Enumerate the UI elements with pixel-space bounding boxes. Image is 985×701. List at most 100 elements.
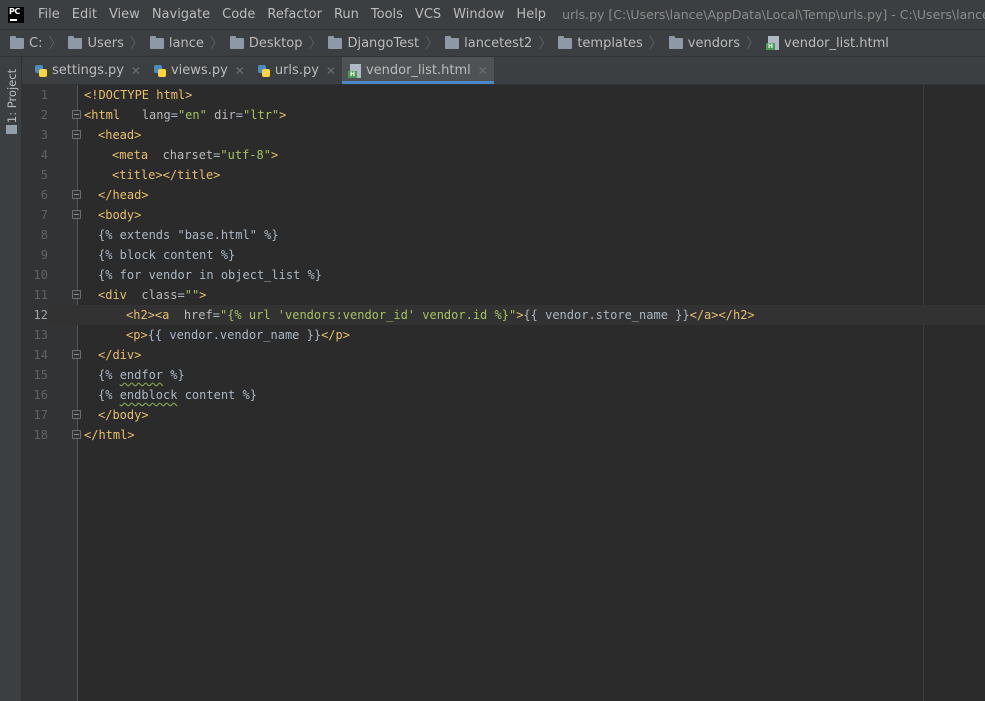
breadcrumb: C: 〉 Users 〉 lance 〉 Desktop 〉 DjangoTes… <box>0 29 985 57</box>
breadcrumb-item-lance[interactable]: lance <box>149 35 204 51</box>
menu-code[interactable]: Code <box>216 7 261 22</box>
tab-urls-py[interactable]: urls.py ✕ <box>251 57 342 84</box>
tab-vendor-list-html[interactable]: H vendor_list.html ✕ <box>341 57 494 84</box>
code-text: <head> <box>98 128 142 142</box>
fold-icon[interactable] <box>72 430 81 439</box>
menu-edit[interactable]: Edit <box>66 7 103 22</box>
code-line[interactable]: 5 <title></title> <box>22 165 985 185</box>
menu-window[interactable]: Window <box>447 7 510 22</box>
breadcrumb-item-templates[interactable]: templates <box>558 35 643 51</box>
menu-vcs[interactable]: VCS <box>409 7 447 22</box>
line-number: 12 <box>22 305 48 325</box>
code-line[interactable]: 11 <div class=""> <box>22 285 985 305</box>
menu-navigate[interactable]: Navigate <box>146 7 216 22</box>
code-line[interactable]: 2 <html lang="en" dir="ltr"> <box>22 105 985 125</box>
project-tool-tab[interactable]: 1: Project <box>3 63 19 134</box>
code-text: <html lang="en" dir="ltr"> <box>84 108 287 122</box>
code-text: </head> <box>98 188 149 202</box>
fold-icon[interactable] <box>72 410 81 419</box>
close-icon[interactable]: ✕ <box>478 64 488 78</box>
close-icon[interactable]: ✕ <box>326 64 336 78</box>
code-line[interactable]: 6 </head> <box>22 185 985 205</box>
line-number: 5 <box>40 168 48 182</box>
breadcrumb-item-lancetest2[interactable]: lancetest2 <box>445 35 532 51</box>
folder-icon <box>328 35 343 49</box>
line-number: 14 <box>33 348 48 362</box>
line-number: 6 <box>40 188 48 202</box>
code-text: {% for vendor in object_list %} <box>98 268 322 282</box>
code-line[interactable]: 9 {% block content %} <box>22 245 985 265</box>
line-number: 3 <box>40 128 48 142</box>
code-line[interactable]: 15 {% endfor %} <box>22 365 985 385</box>
line-number: 11 <box>33 288 48 302</box>
code-line[interactable]: 8 {% extends "base.html" %} <box>22 225 985 245</box>
breadcrumb-separator: 〉 <box>209 36 224 52</box>
breadcrumb-item-vendors[interactable]: vendors <box>668 35 740 51</box>
code-line[interactable]: 14 </div> <box>22 345 985 365</box>
folder-icon <box>149 35 164 49</box>
fold-icon[interactable] <box>72 190 81 199</box>
code-text: <p>{{ vendor.vendor_name }}</p> <box>126 328 350 342</box>
code-line[interactable]: 7 <body> <box>22 205 985 225</box>
line-number: 1 <box>40 88 48 102</box>
tab-settings-py[interactable]: settings.py ✕ <box>28 57 147 84</box>
line-number: 7 <box>40 208 48 222</box>
breadcrumb-item-drive[interactable]: C: <box>10 35 42 51</box>
breadcrumb-item-djangotest[interactable]: DjangoTest <box>328 35 419 51</box>
code-line[interactable]: 3 <head> <box>22 125 985 145</box>
code-line[interactable]: 18 </html> <box>22 425 985 445</box>
menu-file[interactable]: File <box>32 7 66 22</box>
breadcrumb-separator: 〉 <box>746 36 761 52</box>
line-number: 15 <box>33 368 48 382</box>
code-editor[interactable]: 1 <!DOCTYPE html> 2 <html lang="en" dir="lt… <box>22 85 985 701</box>
breadcrumb-separator: 〉 <box>129 36 144 52</box>
code-text: </html> <box>84 428 135 442</box>
python-file-icon <box>153 64 167 78</box>
folder-icon <box>68 35 83 49</box>
close-icon[interactable]: ✕ <box>131 64 141 78</box>
breadcrumb-item-file[interactable]: Hvendor_list.html <box>766 36 889 51</box>
fold-icon[interactable] <box>72 130 81 139</box>
menu-view[interactable]: View <box>103 7 146 22</box>
code-text: <meta charset="utf-8"> <box>112 148 279 162</box>
folder-icon <box>10 35 24 49</box>
line-number: 13 <box>33 328 48 342</box>
code-line[interactable]: 17 </body> <box>22 405 985 425</box>
menu-run[interactable]: Run <box>328 7 365 22</box>
fold-icon[interactable] <box>72 110 81 119</box>
menu-refactor[interactable]: Refactor <box>261 7 328 22</box>
code-line[interactable]: 10 {% for vendor in object_list %} <box>22 265 985 285</box>
tab-views-py[interactable]: views.py ✕ <box>147 57 251 84</box>
code-line[interactable]: 1 <!DOCTYPE html> <box>22 85 985 105</box>
breadcrumb-item-users[interactable]: Users <box>68 35 124 51</box>
html-file-icon: H <box>766 36 780 50</box>
python-file-icon <box>34 64 48 78</box>
line-number: 9 <box>40 248 48 262</box>
menu-bar: PC File Edit View Navigate Code Refactor… <box>0 0 985 29</box>
pycharm-logo-icon: PC <box>8 6 24 23</box>
breadcrumb-item-desktop[interactable]: Desktop <box>229 35 302 51</box>
fold-icon[interactable] <box>72 210 81 219</box>
fold-icon[interactable] <box>72 350 81 359</box>
breadcrumb-separator: 〉 <box>48 36 63 52</box>
breadcrumb-separator: 〉 <box>538 36 553 52</box>
code-text: {% extends "base.html" %} <box>98 228 279 242</box>
code-line[interactable]: 16 {% endblock content %} <box>22 385 985 405</box>
code-text: {% endblock content %} <box>98 388 257 402</box>
close-icon[interactable]: ✕ <box>235 64 245 78</box>
code-line[interactable]: 12 <h2><a href="{% url 'vendors:vendor_id… <box>22 305 985 325</box>
code-line[interactable]: 4 <meta charset="utf-8"> <box>22 145 985 165</box>
folder-icon <box>445 35 460 49</box>
folder-icon <box>558 35 573 49</box>
breadcrumb-separator: 〉 <box>425 36 440 52</box>
menu-tools[interactable]: Tools <box>365 7 409 22</box>
editor-tabs: settings.py ✕ views.py ✕ urls.py ✕ H ven… <box>22 57 985 85</box>
code-text: <title></title> <box>112 168 221 182</box>
code-line[interactable]: 13 <p>{{ vendor.vendor_name }}</p> <box>22 325 985 345</box>
breadcrumb-separator: 〉 <box>648 36 663 52</box>
fold-icon[interactable] <box>72 290 81 299</box>
line-number: 18 <box>33 428 48 442</box>
menu-help[interactable]: Help <box>510 7 552 22</box>
code-text: {% endfor %} <box>98 368 185 382</box>
line-number: 10 <box>33 268 48 282</box>
